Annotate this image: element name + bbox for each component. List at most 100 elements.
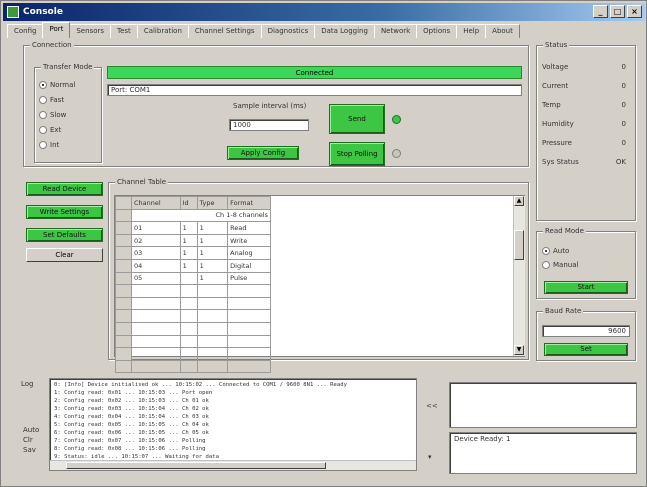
mode-radio-ext[interactable]: Ext [39,126,61,134]
tab-network[interactable]: Network [373,24,418,38]
grid-cell[interactable]: 1 [179,221,198,235]
set-baud-button[interactable]: Set [544,343,628,356]
grid-cell[interactable]: 1 [179,246,198,260]
tab-options[interactable]: Options [416,24,458,38]
tab-config[interactable]: Config [7,24,44,38]
grid-cell[interactable]: 05 [131,271,181,286]
grid-cell[interactable] [179,359,198,374]
tab-test[interactable]: Test [110,24,138,38]
grid-cell[interactable] [179,271,198,286]
log-move-button[interactable]: << [426,402,438,410]
tab-port[interactable]: Port [42,22,71,38]
grid-header-cell[interactable]: Id [179,196,198,210]
close-button[interactable]: × [627,5,642,18]
grid-cell[interactable] [179,309,198,323]
grid-cell[interactable]: 04 [131,258,181,273]
tab-calibration[interactable]: Calibration [136,24,189,38]
grid-cell[interactable]: 03 [131,246,181,260]
log-save-label[interactable]: Sav [23,446,36,454]
grid-header-cell[interactable]: Format [227,196,271,210]
tab-help[interactable]: Help [456,24,487,38]
read-device-button[interactable]: Read Device [26,182,103,196]
table-row[interactable]: 05 1 Pulse [115,271,271,286]
grid-cell[interactable]: 1 [179,233,198,248]
log-hscroll-thumb[interactable] [66,462,326,469]
grid-cell[interactable] [131,309,181,323]
table-row[interactable] [115,296,271,311]
set-defaults-button[interactable]: Set Defaults [26,228,103,242]
grid-cell[interactable]: Read [227,221,271,235]
grid-cell[interactable]: 1 [196,246,229,260]
scroll-down-arrow-icon[interactable]: ▼ [514,345,524,355]
grid-cell[interactable] [227,321,271,336]
grid-cell[interactable]: 1 [196,221,229,235]
grid-cell[interactable] [131,347,181,361]
table-row[interactable]: 02 1 1 Write [115,233,271,248]
grid-cell[interactable]: 01 [131,221,181,235]
log-output[interactable]: 0: [Info] Device initialised ok ... 10:1… [49,378,417,471]
scroll-thumb[interactable] [514,230,524,260]
start-button[interactable]: Start [544,281,628,294]
grid-cell[interactable] [179,321,198,336]
grid-cell[interactable]: Analog [227,246,271,260]
mode-radio-fast[interactable]: Fast [39,96,64,104]
tab-data-logging[interactable]: Data Logging [314,24,375,38]
table-row[interactable] [115,347,271,361]
grid-cell[interactable] [227,359,271,374]
grid-cell[interactable] [227,284,271,298]
read-mode-radio-manual[interactable]: Manual [542,261,578,269]
grid-cell[interactable]: 1 [196,233,229,248]
table-row[interactable] [115,284,271,298]
grid-cell[interactable]: Digital [227,258,271,273]
grid-cell[interactable] [196,296,229,311]
grid-cell[interactable] [227,347,271,361]
table-row[interactable] [115,359,271,374]
grid-cell[interactable]: 1 [179,258,198,273]
mode-radio-normal[interactable]: Normal [39,81,75,89]
grid-cell[interactable] [196,334,229,349]
grid-cell[interactable] [196,359,229,374]
read-mode-radio-auto[interactable]: Auto [542,247,569,255]
maximize-button[interactable]: □ [610,5,625,18]
minimize-button[interactable]: _ [593,5,608,18]
apply-config-button[interactable]: Apply Config [227,146,299,160]
grid-cell[interactable] [131,284,181,298]
port-field[interactable]: Port: COM1 [107,84,522,96]
grid-cell[interactable] [227,334,271,349]
grid-cell[interactable] [179,296,198,311]
grid-header-cell[interactable]: Type [196,196,229,210]
table-row[interactable]: 04 1 1 Digital [115,258,271,273]
clear-button[interactable]: Clear [26,248,103,262]
grid-cell[interactable] [227,296,271,311]
grid-cell[interactable] [196,284,229,298]
grid-cell[interactable] [196,347,229,361]
write-settings-button[interactable]: Write Settings [26,205,103,219]
mode-radio-slow[interactable]: Slow [39,111,66,119]
log-clear-label[interactable]: Clr [23,436,33,444]
table-row[interactable] [115,321,271,336]
grid-cell[interactable] [131,334,181,349]
tab-diagnostics[interactable]: Diagnostics [260,24,316,38]
interval-input[interactable]: 1000 [229,119,309,131]
grid-cell[interactable]: 1 [196,271,229,286]
grid-cell[interactable] [131,359,181,374]
grid-cell[interactable] [131,321,181,336]
grid-cell[interactable] [179,284,198,298]
baud-rate-input[interactable]: 9600 [542,325,630,337]
tab-channel-settings[interactable]: Channel Settings [187,24,262,38]
log-down-icon[interactable]: ▾ [428,453,432,461]
grid-cell[interactable]: Pulse [227,271,271,286]
grid-cell[interactable]: 1 [196,258,229,273]
table-row[interactable]: 03 1 1 Analog [115,246,271,260]
grid-cell[interactable]: 02 [131,233,181,248]
log-auto-label[interactable]: Auto [23,426,39,434]
grid-cell[interactable] [196,321,229,336]
scroll-up-arrow-icon[interactable]: ▲ [514,196,524,206]
send-button[interactable]: Send [329,104,385,134]
tab-sensors[interactable]: Sensors [69,24,112,38]
tab-about[interactable]: About [485,24,520,38]
log-hscroll[interactable] [50,460,416,470]
grid-header-cell[interactable]: Channel [131,196,181,210]
grid-cell[interactable] [179,334,198,349]
mode-radio-int[interactable]: Int [39,141,59,149]
